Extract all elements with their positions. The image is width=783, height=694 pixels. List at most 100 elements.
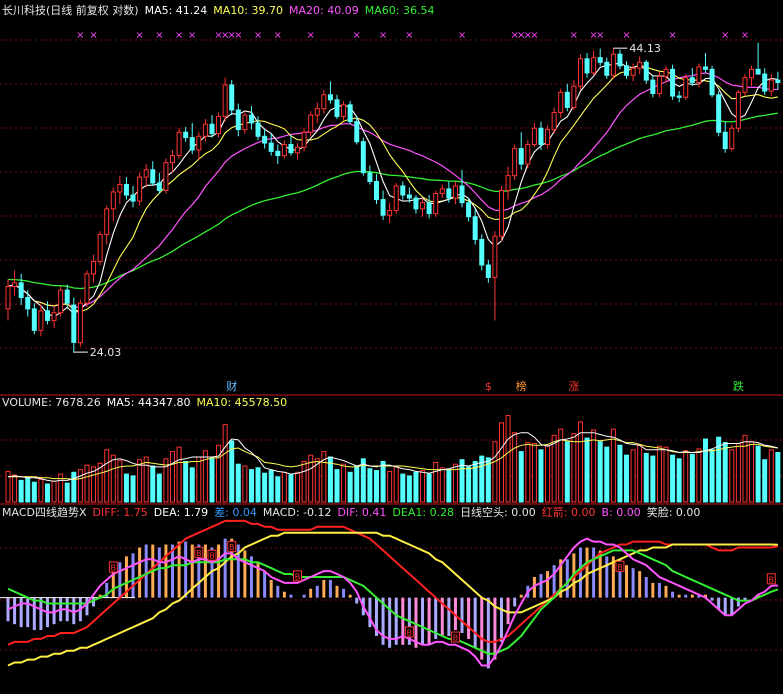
volume-bar-114 bbox=[755, 445, 761, 503]
candle-87[interactable] bbox=[577, 54, 583, 90]
candle-108[interactable] bbox=[716, 91, 722, 137]
macd-marker-label: B bbox=[407, 628, 413, 637]
candle-52[interactable] bbox=[347, 101, 353, 125]
candle-body bbox=[268, 142, 274, 152]
volume-bar-96 bbox=[637, 444, 643, 503]
candle-body bbox=[123, 183, 129, 196]
candle-body bbox=[143, 169, 149, 178]
candle-77[interactable] bbox=[512, 144, 518, 181]
volume-bar-40 bbox=[268, 470, 274, 503]
candle-body bbox=[209, 123, 215, 135]
hdr-macd-item-6: DEA1: 0.28 bbox=[392, 506, 454, 519]
candle-body bbox=[689, 77, 695, 84]
volume-bar-53 bbox=[354, 465, 360, 503]
candle-32[interactable] bbox=[216, 112, 222, 138]
volume-bar-21 bbox=[143, 456, 149, 503]
volume-bar-44 bbox=[295, 471, 301, 503]
candle-body bbox=[505, 175, 511, 191]
candle-body bbox=[262, 135, 268, 144]
candle-body bbox=[624, 65, 630, 76]
candle-body bbox=[71, 304, 77, 343]
candle-body bbox=[479, 238, 485, 266]
volume-bar-90 bbox=[597, 441, 603, 503]
volume-bar-69 bbox=[459, 459, 465, 503]
candle-body bbox=[275, 150, 281, 157]
volume-bar-86 bbox=[571, 433, 577, 503]
candle-54[interactable] bbox=[360, 137, 366, 176]
candle-body bbox=[137, 176, 143, 202]
volume-bar-67 bbox=[446, 469, 452, 503]
volume-bar-111 bbox=[735, 443, 741, 503]
candle-body bbox=[742, 77, 748, 93]
candle-body bbox=[630, 67, 636, 76]
candle-97[interactable] bbox=[643, 59, 649, 84]
candle-body bbox=[77, 302, 83, 343]
candle-72[interactable] bbox=[479, 234, 485, 271]
hdr-main-item-3: MA20: 40.09 bbox=[289, 4, 359, 17]
volume-bar-30 bbox=[202, 450, 208, 503]
candle-11[interactable] bbox=[77, 299, 83, 347]
hdr-vol-item-2: MA10: 45578.50 bbox=[196, 396, 287, 409]
candle-14[interactable] bbox=[97, 231, 103, 266]
volume-bar-98 bbox=[650, 455, 656, 503]
candle-12[interactable] bbox=[84, 270, 90, 307]
volume-bar-85 bbox=[564, 441, 570, 503]
candle-24[interactable] bbox=[163, 158, 169, 194]
candle-body bbox=[18, 282, 24, 299]
volume-bar-23 bbox=[156, 473, 162, 503]
candle-body bbox=[617, 53, 623, 67]
candle-112[interactable] bbox=[742, 74, 748, 97]
volume-bar-29 bbox=[196, 456, 202, 503]
candle-65[interactable] bbox=[433, 190, 439, 217]
candle-110[interactable] bbox=[729, 124, 735, 152]
candle-body bbox=[51, 312, 57, 321]
x-marker: × bbox=[721, 30, 729, 41]
volume-bar-35 bbox=[235, 463, 241, 503]
volume-bar-65 bbox=[433, 461, 439, 503]
macd-marker-label: B bbox=[196, 549, 202, 558]
volume-bar-12 bbox=[84, 464, 90, 503]
candle-body bbox=[650, 79, 656, 95]
candle-75[interactable] bbox=[499, 185, 504, 242]
candle-body bbox=[525, 143, 531, 165]
candle-body bbox=[735, 91, 741, 129]
candle-body bbox=[439, 188, 445, 194]
volume-bar-74 bbox=[492, 441, 498, 503]
candle-26[interactable] bbox=[176, 128, 182, 159]
volume-bar-5 bbox=[38, 479, 44, 503]
candle-body bbox=[229, 84, 235, 111]
hdr-macd-item-0: MACD四线趋势X bbox=[2, 505, 87, 519]
candle-101[interactable] bbox=[670, 64, 676, 100]
candle-103[interactable] bbox=[683, 74, 689, 100]
candle-body bbox=[545, 129, 551, 145]
candle-body bbox=[196, 135, 202, 151]
candle-body bbox=[492, 235, 498, 278]
candle-34[interactable] bbox=[229, 80, 235, 116]
volume-bar-55 bbox=[367, 468, 373, 503]
low-price-label: 24.03 bbox=[90, 346, 122, 359]
volume-bar-105 bbox=[696, 448, 702, 503]
candle-46[interactable] bbox=[308, 111, 314, 137]
x-marker: × bbox=[405, 30, 413, 41]
volume-bar-115 bbox=[762, 459, 768, 503]
volume-bar-15 bbox=[104, 449, 110, 503]
candle-79[interactable] bbox=[525, 140, 531, 169]
candle-body bbox=[512, 148, 518, 177]
volume-bar-75 bbox=[499, 422, 504, 503]
candle-59[interactable] bbox=[393, 182, 399, 214]
candle-body bbox=[84, 273, 90, 304]
candle-body bbox=[762, 73, 768, 92]
macd-marker-label: B bbox=[111, 564, 117, 573]
candle-20[interactable] bbox=[137, 172, 143, 206]
candle-body bbox=[380, 199, 386, 216]
candle-8[interactable] bbox=[58, 286, 64, 317]
candle-body bbox=[716, 94, 722, 133]
volume-bar-100 bbox=[663, 446, 669, 503]
candle-body bbox=[446, 188, 452, 199]
candle-body bbox=[577, 58, 583, 87]
candle-111[interactable] bbox=[735, 89, 741, 133]
candle-107[interactable] bbox=[709, 65, 715, 98]
candle-body bbox=[584, 58, 590, 74]
candle-body bbox=[768, 79, 774, 92]
x-marker: × bbox=[622, 30, 630, 41]
